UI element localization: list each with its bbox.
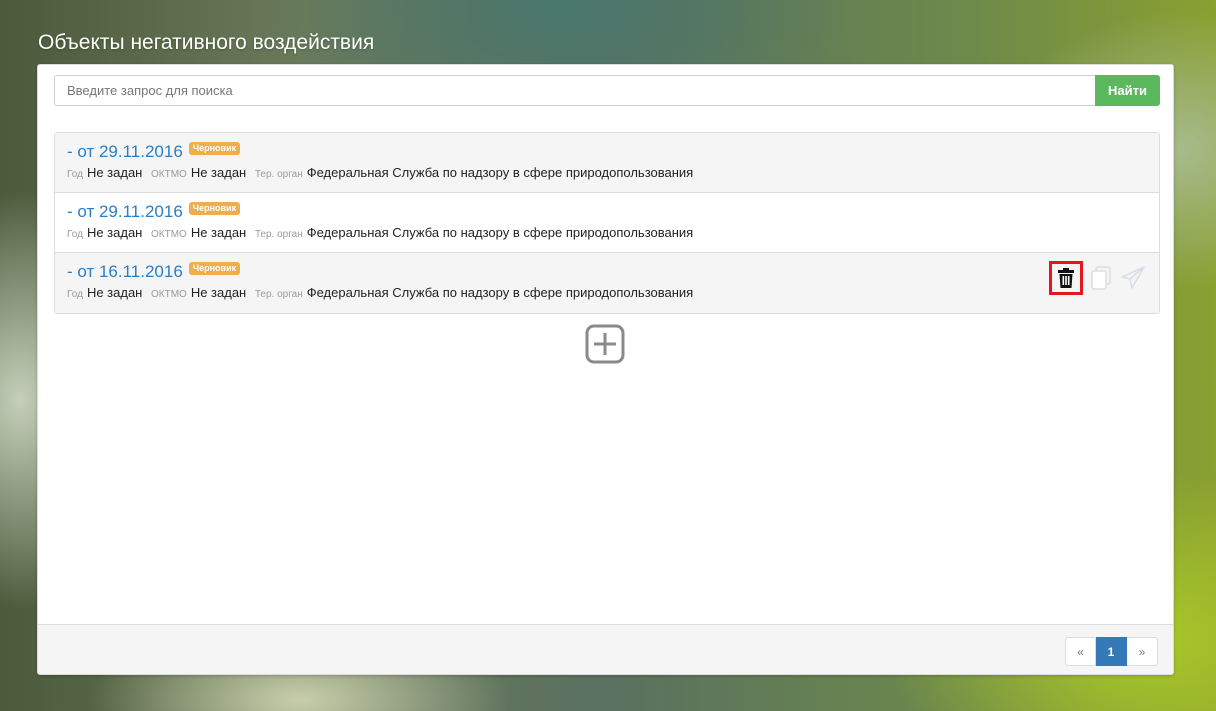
list-item[interactable]: - от 16.11.2016 Черновик Год Не задан ОКТ… bbox=[55, 253, 1159, 313]
year-value: Не задан bbox=[86, 285, 143, 300]
oktmo-value: Не задан bbox=[190, 285, 247, 300]
item-actions bbox=[1049, 261, 1147, 295]
year-value: Не задан bbox=[86, 165, 143, 180]
year-label: Год bbox=[67, 229, 83, 240]
year-value: Не задан bbox=[86, 225, 143, 240]
oktmo-label: ОКТМО bbox=[150, 229, 187, 240]
item-meta: Год Не задан ОКТМО Не задан Тер. орган Феде… bbox=[67, 285, 1147, 300]
copy-icon bbox=[1091, 266, 1111, 290]
item-meta: Год Не задан ОКТМО Не задан Тер. орган Феде… bbox=[67, 225, 1147, 240]
org-label: Тер. орган bbox=[254, 169, 303, 180]
main-panel: Найти - от 29.11.2016 Черновик ГодНе зад… bbox=[37, 64, 1174, 675]
copy-button[interactable] bbox=[1087, 264, 1115, 292]
year-label: Год bbox=[67, 289, 83, 300]
status-badge: Черновик bbox=[188, 261, 241, 275]
search-bar: Найти bbox=[54, 75, 1160, 106]
delete-button[interactable] bbox=[1049, 261, 1083, 295]
prev-page-button[interactable]: « bbox=[1065, 637, 1096, 666]
pagination: « 1 » bbox=[1065, 637, 1158, 666]
year-label: Год bbox=[67, 169, 83, 180]
send-icon bbox=[1121, 266, 1145, 289]
item-title-link[interactable]: - от 16.11.2016 bbox=[67, 262, 183, 282]
status-badge: Черновик bbox=[188, 141, 241, 155]
org-value: Федеральная Служба по надзору в сфере пр… bbox=[306, 285, 694, 300]
next-page-button[interactable]: » bbox=[1127, 637, 1158, 666]
oktmo-value: Не задан bbox=[190, 165, 247, 180]
objects-list: - от 29.11.2016 Черновик Год Не задан ОКТ… bbox=[54, 132, 1160, 314]
oktmo-label: ОКТМО bbox=[150, 169, 187, 180]
org-value: Федеральная Служба по надзору в сфере пр… bbox=[306, 165, 694, 180]
plus-square-icon bbox=[585, 324, 625, 364]
org-value: Федеральная Служба по надзору в сфере пр… bbox=[306, 225, 694, 240]
search-input[interactable] bbox=[54, 75, 1095, 106]
item-meta: Год Не задан ОКТМО Не задан Тер. орган Феде… bbox=[67, 165, 1147, 180]
item-title-link[interactable]: - от 29.11.2016 bbox=[67, 142, 183, 162]
status-badge: Черновик bbox=[188, 201, 241, 215]
oktmo-value: Не задан bbox=[190, 225, 247, 240]
org-label: Тер. орган bbox=[254, 289, 303, 300]
page-title: Объекты негативного воздействия bbox=[38, 31, 375, 54]
search-button[interactable]: Найти bbox=[1095, 75, 1160, 106]
item-title-link[interactable]: - от 29.11.2016 bbox=[67, 202, 183, 222]
oktmo-label: ОКТМО bbox=[150, 289, 187, 300]
add-object-button[interactable] bbox=[584, 323, 626, 365]
send-button[interactable] bbox=[1119, 264, 1147, 292]
list-item[interactable]: - от 29.11.2016 Черновик Год Не задан ОКТ… bbox=[55, 133, 1159, 193]
org-label: Тер. орган bbox=[254, 229, 303, 240]
list-item[interactable]: - от 29.11.2016 Черновик Год Не задан ОКТ… bbox=[55, 193, 1159, 253]
panel-footer: « 1 » bbox=[38, 624, 1173, 674]
page-1-button[interactable]: 1 bbox=[1096, 637, 1127, 666]
trash-icon bbox=[1058, 268, 1074, 288]
